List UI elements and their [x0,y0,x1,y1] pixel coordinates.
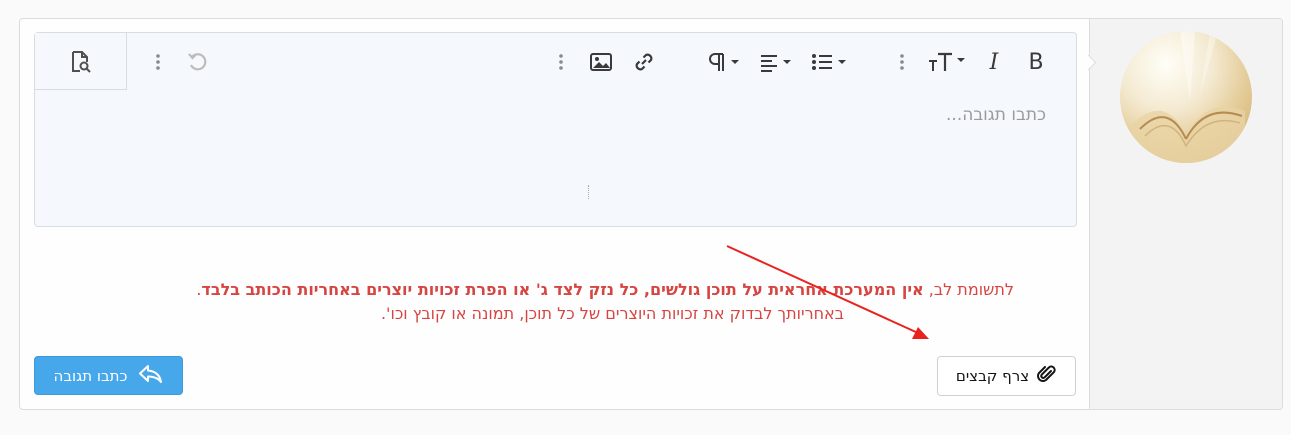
more-options-icon[interactable] [153,49,163,75]
user-column [1089,19,1282,409]
resize-handle [588,185,590,199]
document-search-icon[interactable] [68,49,94,75]
notice-line-2: באחריותך לבדוק את זכויות היוצרים של כל ת… [380,304,844,323]
align-icon[interactable] [757,49,797,75]
text-size-icon[interactable] [927,49,971,75]
attach-files-button[interactable]: צרף קבצים [937,356,1076,396]
editor-toolbar: I B [35,33,1076,91]
paragraph-format-icon[interactable] [705,49,745,75]
link-icon[interactable] [631,49,657,75]
editor-placeholder: כתבו תגובה... [946,105,1046,125]
list-icon[interactable] [809,49,851,75]
copyright-notice: לתשומת לב, אין המערכת אחראית על תוכן גול… [60,278,1014,326]
paperclip-icon [1037,364,1057,388]
avatar[interactable] [1120,31,1252,163]
more-format-icon[interactable] [897,49,907,75]
reply-label: כתבו תגובה [53,366,128,385]
more-insert-icon[interactable] [556,49,566,75]
preview-toggle[interactable] [35,33,127,90]
bold-button[interactable]: B [1025,49,1047,75]
attach-label: צרף קבצים [955,367,1030,385]
undo-icon[interactable] [185,49,211,75]
open-book-image [1130,31,1245,163]
italic-button[interactable]: I [983,49,1005,75]
reply-icon [137,363,163,389]
reply-form: I B כתבו תגובה... לתשומת לב, אין המערכת … [20,19,1090,409]
image-icon[interactable] [588,49,614,75]
rich-text-editor[interactable]: I B כתבו תגובה... [34,32,1077,227]
notice-prefix: לתשומת לב, [923,280,1014,299]
post-reply-button[interactable]: כתבו תגובה [34,356,183,395]
reply-block: I B כתבו תגובה... לתשומת לב, אין המערכת … [19,18,1283,410]
notice-bold: אין המערכת אחראית על תוכן גולשים, כל נזק… [201,280,924,299]
